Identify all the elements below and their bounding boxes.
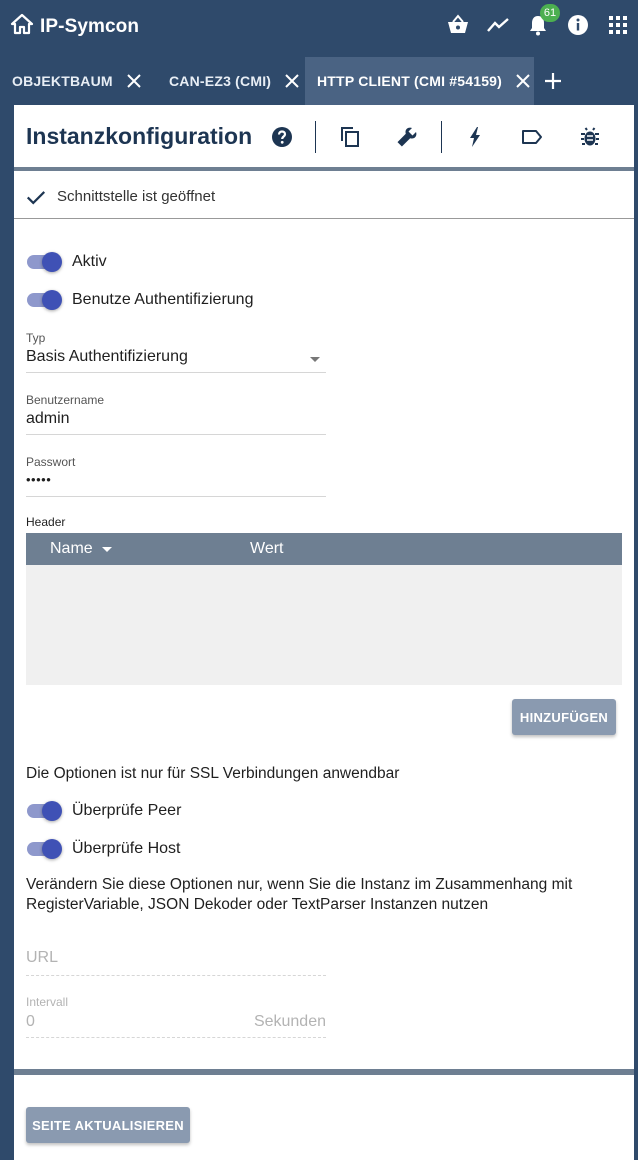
- aktiv-label: Aktiv: [72, 253, 107, 270]
- apps-grid-icon[interactable]: [606, 13, 630, 37]
- typ-value: Basis Authentifizierung: [26, 348, 188, 365]
- host-label: Überprüfe Host: [72, 840, 181, 857]
- refresh-page-button[interactable]: SEITE AKTUALISIEREN: [26, 1107, 190, 1143]
- brand[interactable]: IP-Symcon: [10, 12, 139, 41]
- label-icon[interactable]: [520, 125, 544, 149]
- config-panel: Instanzkonfiguration Schnittstelle ist g…: [14, 105, 634, 1160]
- bolt-icon[interactable]: [463, 125, 487, 149]
- close-icon[interactable]: [125, 72, 143, 90]
- app-title: IP-Symcon: [40, 15, 140, 37]
- sort-arrow-icon: [101, 546, 112, 552]
- help-icon[interactable]: [270, 125, 294, 149]
- page-title: Instanzkonfiguration: [26, 123, 253, 149]
- check-icon: [25, 186, 47, 208]
- home-icon: [10, 12, 34, 41]
- username-label: Benutzername: [26, 393, 105, 407]
- bug-icon[interactable]: [578, 125, 602, 149]
- auth-toggle[interactable]: [26, 288, 64, 312]
- plus-icon: [545, 73, 561, 89]
- close-icon[interactable]: [514, 72, 532, 90]
- aktiv-toggle-row: Aktiv: [26, 250, 107, 274]
- peer-label: Überprüfe Peer: [72, 802, 182, 819]
- username-field[interactable]: Benutzername admin: [26, 393, 326, 435]
- header-table: Name Wert: [26, 533, 622, 685]
- tab-label: CAN-EZ3 (CMI): [169, 73, 272, 89]
- interval-field: Intervall 0 Sekunden: [26, 995, 326, 1038]
- header-section-label: Header: [26, 515, 66, 529]
- status-row: Schnittstelle ist geöffnet: [14, 175, 634, 219]
- tab-bar: OBJEKTBAUM CAN-EZ3 (CMI) HTTP CLIENT (CM…: [0, 57, 638, 105]
- add-tab-button[interactable]: [543, 57, 567, 105]
- column-wert-label: Wert: [250, 540, 284, 557]
- table-body: [26, 565, 622, 685]
- auth-label: Benutze Authentifizierung: [72, 291, 254, 308]
- add-button[interactable]: HINZUFÜGEN: [512, 699, 616, 735]
- dropdown-arrow-icon: [310, 357, 320, 362]
- host-toggle[interactable]: [26, 837, 64, 861]
- header-divider: [441, 121, 442, 153]
- host-toggle-row: Überprüfe Host: [26, 837, 181, 861]
- tab-objektbaum[interactable]: OBJEKTBAUM: [12, 57, 160, 105]
- peer-toggle-row: Überprüfe Peer: [26, 799, 181, 823]
- ssl-note: Die Optionen ist nur für SSL Verbindunge…: [26, 765, 400, 782]
- status-text: Schnittstelle ist geöffnet: [57, 188, 216, 205]
- password-label: Passwort: [26, 455, 76, 469]
- column-name-label: Name: [50, 540, 93, 557]
- peer-toggle[interactable]: [26, 799, 64, 823]
- header-divider: [315, 121, 316, 153]
- column-wert-header[interactable]: Wert: [250, 540, 283, 558]
- panel-header: Instanzkonfiguration: [14, 105, 634, 171]
- interval-suffix: Sekunden: [253, 1013, 326, 1030]
- url-field: URL: [26, 949, 326, 976]
- tab-label: OBJEKTBAUM: [12, 73, 113, 89]
- typ-select[interactable]: Typ Basis Authentifizierung: [26, 331, 326, 373]
- info-icon[interactable]: [566, 13, 590, 37]
- tab-can-ez3[interactable]: CAN-EZ3 (CMI): [169, 57, 305, 105]
- password-value: •••••: [26, 472, 52, 487]
- auth-toggle-row: Benutze Authentifizierung: [26, 288, 253, 312]
- wrench-icon[interactable]: [395, 125, 419, 149]
- aktiv-toggle[interactable]: [26, 250, 64, 274]
- app-bar: IP-Symcon 61: [0, 0, 638, 52]
- username-value: admin: [26, 410, 70, 427]
- typ-label: Typ: [26, 331, 46, 345]
- copy-icon[interactable]: [338, 125, 362, 149]
- tab-label: HTTP CLIENT (CMI #54159): [317, 73, 503, 89]
- table-header: Name Wert: [26, 533, 622, 565]
- close-icon[interactable]: [283, 72, 301, 90]
- column-name-header[interactable]: Name: [50, 540, 112, 558]
- basket-icon[interactable]: [446, 13, 470, 37]
- interval-label: Intervall: [26, 995, 69, 1009]
- notification-badge: 61: [540, 4, 560, 22]
- password-field[interactable]: Passwort •••••: [26, 455, 326, 497]
- trend-icon[interactable]: [486, 13, 510, 37]
- change-note: Verändern Sie diese Optionen nur, wenn S…: [26, 876, 573, 913]
- tab-http-client[interactable]: HTTP CLIENT (CMI #54159): [305, 57, 534, 105]
- footer-divider: [14, 1069, 634, 1075]
- url-placeholder: URL: [26, 949, 59, 966]
